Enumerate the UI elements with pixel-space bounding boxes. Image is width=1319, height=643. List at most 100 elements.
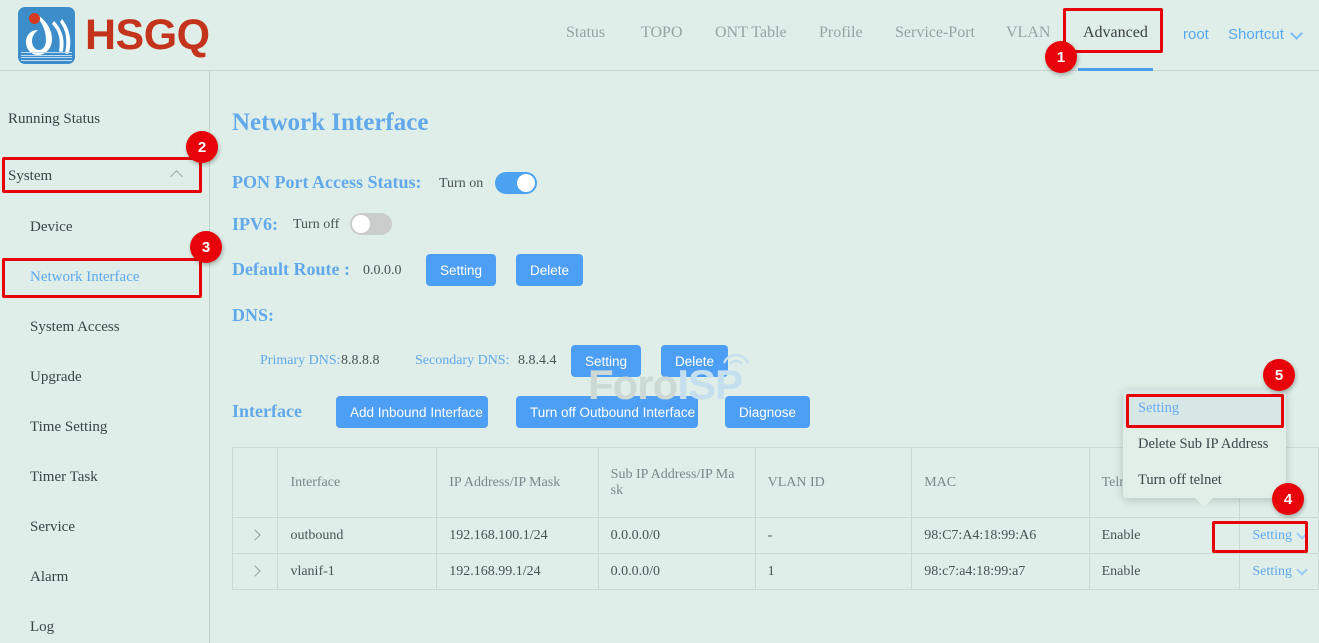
sidebar-item-time-setting[interactable]: Time Setting bbox=[0, 402, 209, 452]
table-header-cell: IP Address/IP Mask bbox=[437, 448, 598, 518]
dropdown-arrow bbox=[1195, 498, 1213, 507]
sidebar-item-system[interactable]: System bbox=[0, 151, 209, 201]
logo-red-dot bbox=[29, 13, 40, 24]
primary-dns-label: Primary DNS: bbox=[260, 353, 341, 369]
sidebar-item-network-interface[interactable]: Network Interface bbox=[0, 252, 209, 302]
table-header-cell: MAC bbox=[912, 448, 1089, 518]
table-header-cell: VLAN ID bbox=[755, 448, 912, 518]
interface-section-label: Interface bbox=[232, 401, 302, 422]
toggle-knob bbox=[517, 174, 535, 192]
dns-label: DNS: bbox=[232, 305, 274, 326]
annotation-badge-5: 5 bbox=[1263, 359, 1295, 391]
pon-status-state: Turn on bbox=[439, 176, 483, 192]
secondary-dns-label: Secondary DNS: bbox=[415, 353, 510, 369]
sidebar-item-label: Service bbox=[30, 519, 75, 536]
dns-delete-button[interactable]: Delete bbox=[661, 345, 728, 377]
sidebar-item-label: System Access bbox=[30, 319, 120, 336]
chevron-up-icon bbox=[170, 170, 183, 183]
main-navigation: Status TOPO ONT Table Profile Service-Port VL… bbox=[0, 0, 1319, 70]
sidebar-item-label: Network Interface bbox=[30, 269, 140, 286]
nav-item-topo[interactable]: TOPO bbox=[641, 24, 683, 42]
cell-vlan: - bbox=[755, 518, 912, 554]
row-setting-label: Setting bbox=[1252, 564, 1292, 579]
dns-setting-button[interactable]: Setting bbox=[571, 345, 641, 377]
ipv6-state: Turn off bbox=[293, 217, 339, 233]
annotation-badge-2: 2 bbox=[186, 131, 218, 163]
nav-item-ont-table[interactable]: ONT Table bbox=[715, 24, 787, 42]
sidebar-item-upgrade[interactable]: Upgrade bbox=[0, 352, 209, 402]
sidebar-item-log[interactable]: Log bbox=[0, 602, 209, 643]
sidebar-item-label: Timer Task bbox=[30, 469, 98, 486]
browser-page: HSGQ StatusTOPOONT TableProfileService-P… bbox=[0, 0, 1319, 643]
toggle-knob bbox=[352, 215, 370, 233]
chevron-right-icon bbox=[250, 529, 261, 540]
dropdown-item-turn-off-telnet[interactable]: Turn off telnet bbox=[1123, 462, 1286, 498]
chevron-down-icon bbox=[1296, 564, 1307, 575]
chevron-down-icon bbox=[1296, 528, 1307, 539]
sidebar-item-label: Log bbox=[30, 619, 54, 636]
table-header-cell bbox=[233, 448, 278, 518]
pon-status-toggle[interactable] bbox=[495, 172, 537, 194]
sidebar-item-device[interactable]: Device bbox=[0, 202, 209, 252]
table-row: vlanif-1192.168.99.1/240.0.0.0/0198:c7:a… bbox=[233, 554, 1319, 590]
row-expand-cell[interactable] bbox=[233, 518, 278, 554]
shortcut-menu[interactable]: Shortcut bbox=[1228, 26, 1301, 43]
sidebar-item-label: Running Status bbox=[8, 111, 100, 128]
cell-vlan: 1 bbox=[755, 554, 912, 590]
add-inbound-interface-button[interactable]: Add Inbound Interface bbox=[336, 396, 488, 428]
sidebar-item-label: Time Setting bbox=[30, 419, 107, 436]
cell-telnet: Enable bbox=[1089, 554, 1240, 590]
user-menu-root[interactable]: root bbox=[1183, 26, 1209, 43]
main-content: Network Interface PON Port Access Status… bbox=[211, 71, 1319, 643]
cell-mac: 98:C7:A4:18:99:A6 bbox=[912, 518, 1089, 554]
ipv6-toggle[interactable] bbox=[350, 213, 392, 235]
page-title: Network Interface bbox=[232, 109, 428, 137]
cell-action[interactable]: Setting bbox=[1240, 518, 1319, 554]
annotation-badge-1: 1 bbox=[1045, 41, 1077, 73]
turn-off-outbound-interface-button[interactable]: Turn off Outbound Interface bbox=[516, 396, 698, 428]
annotation-badge-4: 4 bbox=[1272, 483, 1304, 515]
sidebar-item-timer-task[interactable]: Timer Task bbox=[0, 452, 209, 502]
row-expand-cell[interactable] bbox=[233, 554, 278, 590]
shortcut-label: Shortcut bbox=[1228, 26, 1284, 43]
row-setting-link[interactable]: Setting bbox=[1252, 528, 1306, 543]
cell-sub-ip: 0.0.0.0/0 bbox=[598, 554, 755, 590]
sidebar-item-label: System bbox=[8, 168, 52, 185]
row-action-dropdown: SettingDelete Sub IP AddressTurn off tel… bbox=[1123, 390, 1286, 498]
sidebar-item-running-status[interactable]: Running Status bbox=[0, 94, 209, 144]
primary-dns-value: 8.8.8.8 bbox=[341, 353, 380, 369]
sidebar-item-alarm[interactable]: Alarm bbox=[0, 552, 209, 602]
cell-telnet: Enable bbox=[1089, 518, 1240, 554]
sidebar-item-label: Device bbox=[30, 219, 72, 236]
nav-item-service-port[interactable]: Service-Port bbox=[895, 24, 975, 42]
row-setting-label: Setting bbox=[1252, 528, 1292, 543]
default-route-delete-button[interactable]: Delete bbox=[516, 254, 583, 286]
sidebar-item-system-access[interactable]: System Access bbox=[0, 302, 209, 352]
diagnose-button[interactable]: Diagnose bbox=[725, 396, 810, 428]
sidebar-navigation: Running Status System Device Network Interf… bbox=[0, 71, 210, 643]
row-setting-link[interactable]: Setting bbox=[1252, 564, 1306, 579]
cell-sub-ip: 0.0.0.0/0 bbox=[598, 518, 755, 554]
table-body: outbound192.168.100.1/240.0.0.0/0-98:C7:… bbox=[233, 518, 1319, 590]
nav-item-status[interactable]: Status bbox=[566, 24, 605, 42]
sidebar-item-service[interactable]: Service bbox=[0, 502, 209, 552]
nav-item-profile[interactable]: Profile bbox=[819, 24, 863, 42]
pon-status-label: PON Port Access Status: bbox=[232, 172, 421, 193]
ipv6-label: IPV6: bbox=[232, 214, 278, 235]
cell-ip: 192.168.100.1/24 bbox=[437, 518, 598, 554]
table-header-cell: Sub IP Address/IP Ma sk bbox=[598, 448, 755, 518]
cell-action[interactable]: Setting bbox=[1240, 554, 1319, 590]
dropdown-item-setting[interactable]: Setting bbox=[1123, 390, 1286, 426]
chevron-right-icon bbox=[250, 565, 261, 576]
default-route-label: Default Route : bbox=[232, 259, 350, 280]
default-route-value: 0.0.0.0 bbox=[363, 263, 402, 279]
chevron-down-icon bbox=[1290, 27, 1303, 40]
table-header-cell: Interface bbox=[278, 448, 437, 518]
cell-ip: 192.168.99.1/24 bbox=[437, 554, 598, 590]
cell-mac: 98:c7:a4:18:99:a7 bbox=[912, 554, 1089, 590]
nav-item-advanced[interactable]: Advanced bbox=[1083, 24, 1148, 42]
secondary-dns-value: 8.8.4.4 bbox=[518, 353, 557, 369]
dropdown-item-delete-sub-ip-address[interactable]: Delete Sub IP Address bbox=[1123, 426, 1286, 462]
nav-item-vlan[interactable]: VLAN bbox=[1006, 24, 1050, 42]
default-route-setting-button[interactable]: Setting bbox=[426, 254, 496, 286]
